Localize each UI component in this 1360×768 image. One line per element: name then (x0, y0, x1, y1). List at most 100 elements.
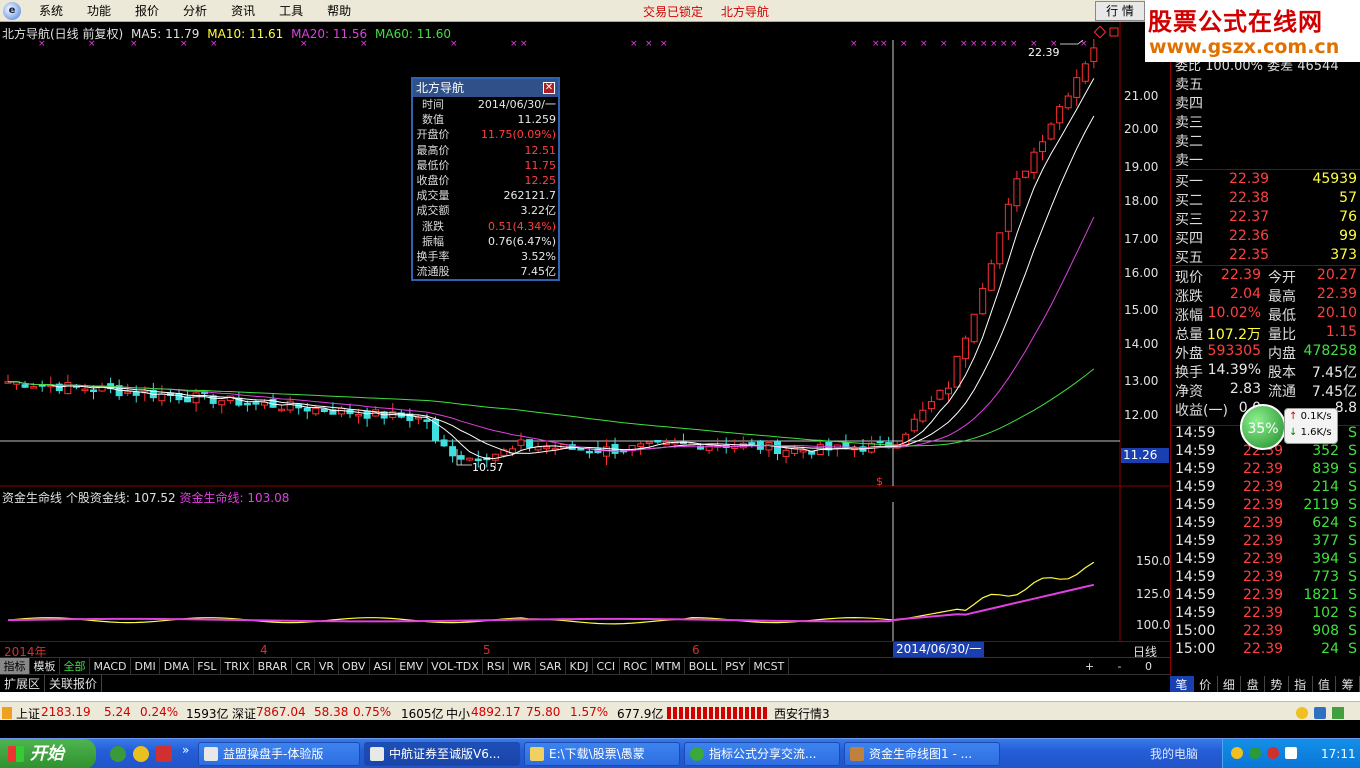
quicklaunch-media-icon[interactable] (156, 746, 172, 762)
quote-mode-button[interactable]: 行 情 (1095, 1, 1145, 21)
tab-indicator-asi[interactable]: ASI (370, 657, 396, 675)
candle-body (363, 410, 371, 419)
volume-icon[interactable] (1285, 747, 1297, 759)
trade-price: 22.39 (1243, 623, 1284, 639)
candle-body (1030, 151, 1038, 173)
task-zhonghang[interactable]: 中航证券至诚版V6... (364, 742, 520, 766)
right-tab[interactable]: 势 (1265, 676, 1289, 692)
price-tick: 20.00 (1124, 122, 1159, 136)
quote-label: 换手 (1175, 365, 1203, 381)
tray-icon[interactable] (1249, 747, 1261, 759)
close-icon[interactable]: ✕ (543, 82, 555, 94)
sz-index-name[interactable]: 深证 (232, 705, 256, 722)
right-tab[interactable]: 指 (1289, 676, 1313, 692)
candle-body (1064, 95, 1072, 109)
right-tab[interactable]: 笔 (1170, 676, 1194, 692)
menu-analysis[interactable]: 分析 (171, 2, 219, 19)
tab-indicator-roc[interactable]: ROC (620, 657, 652, 675)
tab-indicator-obv[interactable]: OBV (339, 657, 370, 675)
tab-indicator-模板[interactable]: 模板 (30, 657, 60, 675)
buy-row[interactable]: 买四 22.36 99 (1171, 228, 1360, 247)
tab-indicator-mcst[interactable]: MCST (750, 657, 789, 675)
tab-related-quotes[interactable]: 关联报价 (45, 675, 103, 692)
task-folder[interactable]: E:\下载\股票\愚蒙 (524, 742, 680, 766)
tab-indicator-kdj[interactable]: KDJ (566, 657, 593, 675)
sh-index-change: 5.24 (104, 705, 131, 719)
menu-news[interactable]: 资讯 (219, 2, 267, 19)
popup-row: 数值 11.259 (413, 112, 558, 127)
speed-ball[interactable]: 35% (1240, 404, 1286, 450)
task-yimeng[interactable]: 益盟操盘手-体验版 (198, 742, 360, 766)
quicklaunch-ie-icon[interactable] (110, 746, 126, 762)
app-icon (370, 747, 384, 761)
tab-indicator-emv[interactable]: EMV (396, 657, 428, 675)
trade-side: S (1348, 551, 1357, 567)
tab-indicator-mtm[interactable]: MTM (652, 657, 686, 675)
server-name[interactable]: 西安行情3 (774, 705, 830, 722)
my-computer-label[interactable]: 我的电脑 (1150, 739, 1198, 768)
menu-quote[interactable]: 报价 (123, 2, 171, 19)
diamond-marker-icon[interactable] (1093, 25, 1107, 39)
indicator-zoom-controls[interactable]: + - 0 (1085, 660, 1162, 673)
popup-titlebar[interactable]: 北方导航 ✕ (413, 79, 558, 97)
candle-body (645, 441, 653, 444)
menu-system[interactable]: 系统 (27, 2, 75, 19)
tab-indicator-brar[interactable]: BRAR (254, 657, 293, 675)
candle-body (1056, 106, 1064, 124)
phone-icon[interactable] (1314, 707, 1326, 719)
tab-indicator-fsl[interactable]: FSL (194, 657, 221, 675)
right-tab[interactable]: 值 (1313, 676, 1337, 692)
tab-indicator-sar[interactable]: SAR (536, 657, 567, 675)
right-tab[interactable]: 筹 (1336, 676, 1360, 692)
tab-indicator-rsi[interactable]: RSI (483, 657, 510, 675)
start-button[interactable]: 开始 (0, 739, 96, 768)
tab-indicator-dmi[interactable]: DMI (131, 657, 161, 675)
kline-chart-svg[interactable]: × × × × × × × × × × × × × × × × × × × × × × × × × × × × 22.39 10.57… (0, 22, 1170, 642)
tab-indicator-指标[interactable]: 指标 (0, 657, 30, 675)
tab-indicator-boll[interactable]: BOLL (685, 657, 722, 675)
price-tick: 12.00 (1124, 408, 1159, 422)
task-forum[interactable]: 指标公式分享交流... (684, 742, 840, 766)
buy-row[interactable]: 买二 22.38 57 (1171, 190, 1360, 209)
square-marker-icon[interactable] (1109, 27, 1119, 37)
menu-function[interactable]: 功能 (75, 2, 123, 19)
tab-indicator-cci[interactable]: CCI (593, 657, 620, 675)
buy-row[interactable]: 买三 22.37 76 (1171, 209, 1360, 228)
folder-icon (530, 747, 544, 761)
zx-index-name[interactable]: 中小 (446, 705, 470, 722)
tray-icon[interactable] (1267, 747, 1279, 759)
candle-body (252, 402, 260, 405)
tab-extension-area[interactable]: 扩展区 (0, 675, 46, 692)
signal-icon[interactable] (1332, 707, 1344, 719)
right-tab[interactable]: 价 (1194, 676, 1218, 692)
status-center: 交易已锁定 北方导航 (643, 3, 783, 20)
tab-indicator-全部[interactable]: 全部 (60, 657, 90, 675)
signal-mark: × (872, 39, 880, 49)
sh-index-name[interactable]: 上证 (16, 705, 40, 722)
tray-icon[interactable] (1231, 747, 1243, 759)
candle-body (910, 418, 918, 432)
kline-chart-area[interactable]: × × × × × × × × × × × × × × × × × × × × × × × × × × × × 22.39 10.57… (0, 22, 1170, 642)
menu-help[interactable]: 帮助 (315, 2, 363, 19)
quicklaunch-more-icon[interactable]: » (182, 743, 189, 757)
buy-row[interactable]: 买一 22.39 45939 (1171, 171, 1360, 190)
task-image[interactable]: 资金生命线图1 - ... (844, 742, 1000, 766)
tab-indicator-cr[interactable]: CR (292, 657, 316, 675)
quicklaunch-app-icon[interactable] (133, 746, 149, 762)
buy-row[interactable]: 买五 22.35 373 (1171, 247, 1360, 266)
trade-time: 14:59 (1175, 605, 1216, 621)
stock-info-popup[interactable]: 北方导航 ✕ 时间 2014/06/30/一 数值 11.259 开盘价 11.75(0.… (411, 77, 560, 281)
event-marker-icon[interactable]: $ (876, 475, 883, 488)
right-tab[interactable]: 盘 (1241, 676, 1265, 692)
tab-indicator-vr[interactable]: VR (315, 657, 339, 675)
tab-indicator-dma[interactable]: DMA (160, 657, 194, 675)
menu-tools[interactable]: 工具 (267, 2, 315, 19)
tab-indicator-vol-tdx[interactable]: VOL-TDX (428, 657, 484, 675)
right-tab[interactable]: 细 (1218, 676, 1242, 692)
help-icon[interactable] (1296, 707, 1308, 719)
tab-indicator-macd[interactable]: MACD (90, 657, 131, 675)
trade-lock-status[interactable]: 交易已锁定 (643, 5, 703, 19)
tab-indicator-trix[interactable]: TRIX (221, 657, 255, 675)
tab-indicator-wr[interactable]: WR (509, 657, 536, 675)
tab-indicator-psy[interactable]: PSY (722, 657, 750, 675)
